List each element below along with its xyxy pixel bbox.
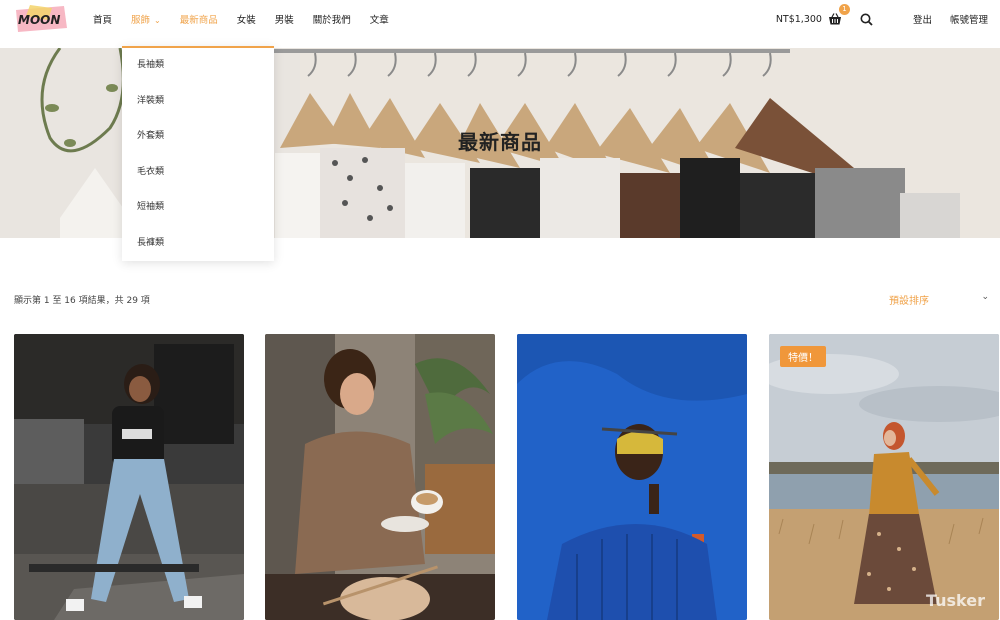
menu-item-short-sleeve[interactable]: 短袖類	[122, 190, 274, 226]
product-card[interactable]	[517, 334, 747, 620]
product-card[interactable]: 特價！ Tusker	[769, 334, 999, 620]
apparel-dropdown-menu: 長袖類 洋裝類 外套類 毛衣類 短袖類 長褲類	[122, 46, 274, 261]
nav-item-articles[interactable]: 文章	[370, 12, 389, 26]
logo-icon: MOON	[16, 5, 67, 32]
menu-item-trousers[interactable]: 長褲類	[122, 226, 274, 262]
svg-text:MOON: MOON	[18, 13, 60, 27]
cart-count-badge: 1	[838, 4, 850, 15]
search-icon	[860, 13, 873, 26]
product-image	[769, 334, 999, 620]
menu-item-dresses[interactable]: 洋裝類	[122, 84, 274, 120]
nav-item-apparel-label: 服飾	[131, 15, 151, 26]
nav-item-women[interactable]: 女裝	[237, 12, 256, 26]
nav-item-home[interactable]: 首頁	[93, 12, 112, 26]
header-actions: NT$1,300 1 登出 帳號管理	[776, 0, 988, 38]
product-image	[265, 334, 495, 620]
cart-total[interactable]: NT$1,300	[776, 14, 822, 25]
sale-badge: 特價！	[780, 346, 826, 367]
basket-icon	[828, 13, 841, 25]
search-button[interactable]	[860, 13, 873, 26]
sort-select[interactable]: 預設排序 ⌄	[889, 292, 989, 307]
nav-item-men[interactable]: 男裝	[275, 12, 294, 26]
account-link[interactable]: 帳號管理	[950, 12, 988, 26]
nav-item-new-products[interactable]: 最新商品	[180, 12, 218, 26]
menu-item-jackets[interactable]: 外套類	[122, 119, 274, 155]
product-card[interactable]	[14, 334, 244, 620]
product-image	[517, 334, 747, 620]
menu-item-long-sleeve[interactable]: 長袖類	[122, 48, 274, 84]
chevron-down-icon: ⌄	[154, 16, 161, 25]
chevron-down-icon: ⌄	[981, 292, 989, 302]
nav-item-apparel[interactable]: 服飾 ⌄	[131, 12, 161, 26]
product-card[interactable]	[265, 334, 495, 620]
watermark-text: Tusker	[925, 591, 985, 610]
site-header: MOON 首頁 服飾 ⌄ 最新商品 女裝 男裝 關於我們 文章 NT$1,300 …	[0, 0, 1000, 48]
site-logo[interactable]: MOON	[12, 2, 70, 36]
nav-item-about[interactable]: 關於我們	[313, 12, 351, 26]
result-count: 顯示第 1 至 16 項結果，共 29 項	[14, 296, 150, 306]
sort-select-value: 預設排序	[889, 296, 929, 307]
product-image	[14, 334, 244, 620]
main-nav: 首頁 服飾 ⌄ 最新商品 女裝 男裝 關於我們 文章	[93, 0, 408, 38]
logout-link[interactable]: 登出	[913, 12, 932, 26]
cart-button[interactable]: 1	[828, 4, 850, 26]
menu-item-sweaters[interactable]: 毛衣類	[122, 155, 274, 191]
